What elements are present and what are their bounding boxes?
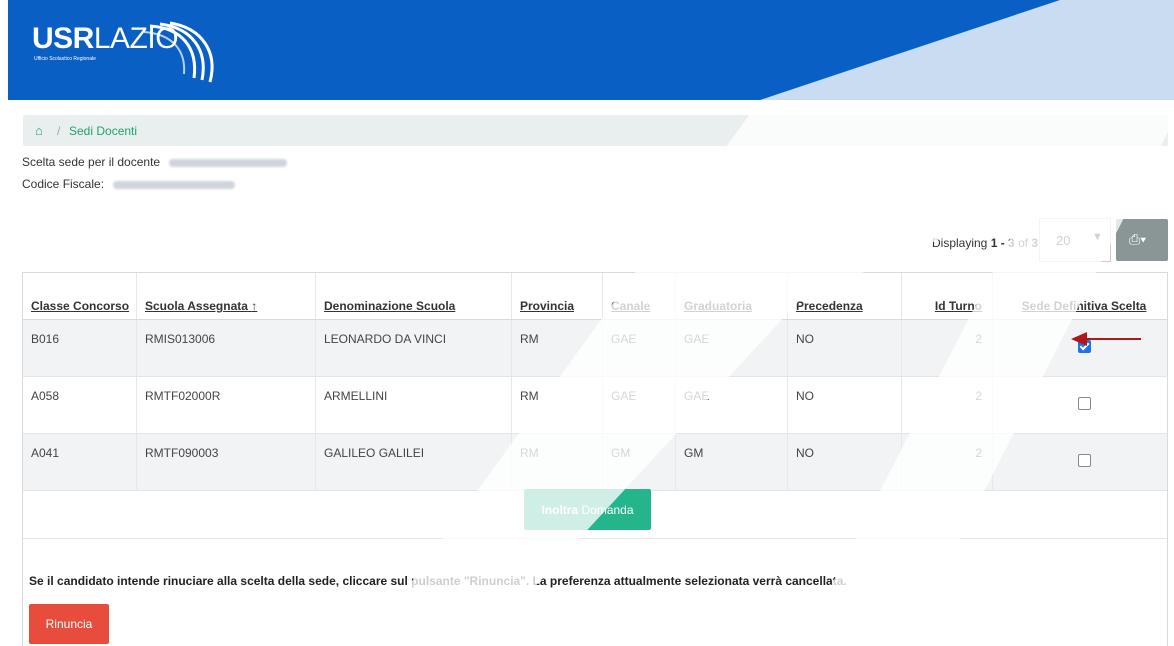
logo-subtitle: Ufficio Scolastico Regionale: [34, 56, 96, 62]
home-icon[interactable]: ⌂: [35, 123, 43, 138]
cell-turno: 2: [901, 376, 993, 434]
printer-icon: ⎙▾: [1129, 231, 1147, 247]
cell-scuola: RMTF02000R: [136, 376, 316, 434]
col-denominazione-scuola[interactable]: Denominazione Scuola: [315, 272, 512, 320]
col-precedenza[interactable]: Precedenza: [787, 272, 902, 320]
cell-provincia: RM: [511, 319, 603, 377]
cell-precedenza: NO: [787, 319, 902, 377]
rinuncia-button[interactable]: Rinuncia: [29, 604, 109, 644]
print-button[interactable]: ⎙▾: [1116, 219, 1168, 261]
teacher-info: Scelta sede per il docente: [22, 155, 288, 169]
page-size-value: 20: [1056, 233, 1071, 248]
chevron-down-icon: ▼: [1092, 231, 1103, 243]
page-header: USRLAZIO Ufficio Scolastico Regionale: [8, 0, 1174, 100]
renounce-note: Se il candidato intende rinuciare alla s…: [29, 574, 847, 588]
fiscal-code-label: Codice Fiscale:: [22, 177, 105, 191]
cell-precedenza: NO: [787, 376, 902, 434]
cell-provincia: RM: [511, 376, 603, 434]
cell-denominazione: LEONARDO DA VINCI: [315, 319, 512, 377]
col-graduatoria[interactable]: Graduatoria: [675, 272, 788, 320]
inoltra-domanda-button[interactable]: Inoltra Domanda: [524, 489, 651, 530]
cell-scuola: RMIS013006: [136, 319, 316, 377]
page-size-select[interactable]: 20 ▼: [1039, 218, 1111, 262]
arrow-left-icon: [1071, 332, 1141, 346]
col-id-turno[interactable]: Id Turno: [901, 272, 993, 320]
breadcrumb-separator: /: [57, 124, 61, 138]
cell-scelta: [992, 376, 1168, 434]
pager-summary: Displaying 1 - 3 of 3: [932, 236, 1039, 250]
col-sede-definitiva[interactable]: Sede Definitiva Scelta: [992, 272, 1168, 320]
breadcrumb-sedi-docenti[interactable]: Sedi Docenti: [69, 124, 137, 138]
assignments-table: Classe Concorso Scuola Assegnata ↑ Denom…: [22, 272, 1168, 491]
table-header-row: Classe Concorso Scuola Assegnata ↑ Denom…: [22, 272, 1168, 320]
fiscal-code-info: Codice Fiscale:: [22, 177, 236, 191]
cell-turno: 2: [901, 319, 993, 377]
breadcrumb: ⌂ / Sedi Docenti: [23, 115, 1168, 146]
sede-checkbox[interactable]: [1077, 397, 1091, 410]
col-provincia[interactable]: Provincia: [511, 272, 603, 320]
table-row: B016 RMIS013006 LEONARDO DA VINCI RM GAE…: [22, 319, 1168, 377]
teacher-label: Scelta sede per il docente: [22, 155, 161, 169]
cell-canale: GAE: [602, 376, 676, 434]
cell-graduatoria: GAE: [675, 376, 788, 434]
cell-classe: B016: [22, 319, 137, 377]
cell-canale: GAE: [602, 319, 676, 377]
cell-graduatoria: GAE: [675, 319, 788, 377]
sede-checkbox[interactable]: [1077, 454, 1091, 467]
col-classe-concorso[interactable]: Classe Concorso: [22, 272, 137, 320]
renounce-section: [22, 538, 1168, 646]
swoosh-icon: [143, 21, 214, 83]
col-scuola-assegnata[interactable]: Scuola Assegnata ↑: [136, 272, 316, 320]
usr-lazio-logo[interactable]: USRLAZIO Ufficio Scolastico Regionale: [32, 18, 222, 88]
cell-classe: A058: [22, 376, 137, 434]
fiscal-code-redacted: [113, 180, 236, 189]
cell-scelta: [992, 319, 1168, 377]
cell-denominazione: ARMELLINI: [315, 376, 512, 434]
sort-up-icon: ↑: [251, 299, 258, 313]
table-row: A058 RMTF02000R ARMELLINI RM GAE GAE NO …: [22, 376, 1168, 434]
teacher-name-redacted: [169, 158, 288, 167]
col-canale[interactable]: Canale: [602, 272, 676, 320]
